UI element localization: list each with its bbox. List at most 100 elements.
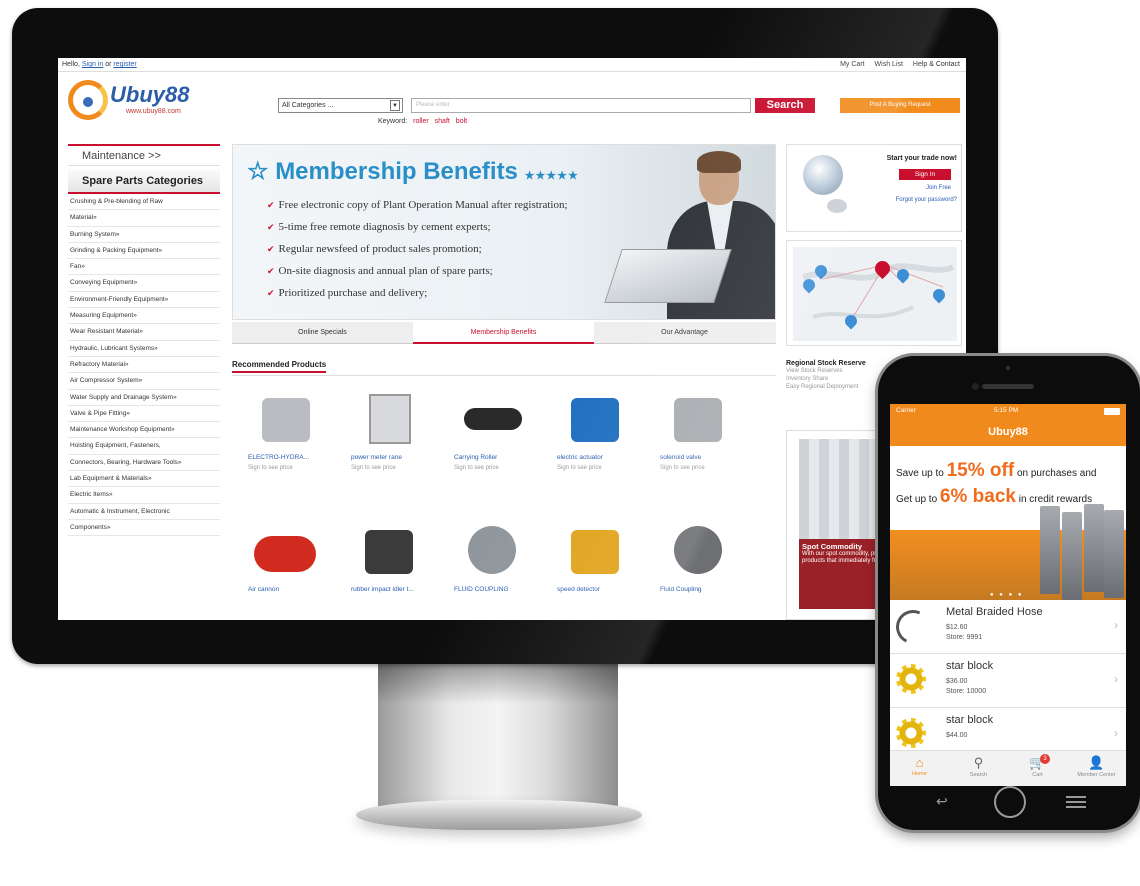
help-contact-link[interactable]: Help & Contact [913, 61, 960, 68]
membership-banner[interactable]: ☆ Membership Benefits ★★★★★ Free electro… [232, 144, 776, 320]
tab-online-specials[interactable]: Online Specials [232, 322, 413, 344]
back-icon[interactable]: ↩ [936, 794, 956, 808]
product-card[interactable]: FLUID COUPLING [450, 520, 540, 620]
sidebar-category-item[interactable]: Fan» [68, 259, 220, 276]
product-card[interactable]: electric actuator Sign to see price [553, 388, 643, 488]
recommended-heading: Recommended Products [232, 360, 776, 376]
sidebar-category-item[interactable]: Crushing & Pre-blending of Raw [68, 194, 220, 211]
tab-membership-benefits[interactable]: Membership Benefits [413, 322, 594, 344]
sidebar-category-item[interactable]: Hydraulic, Lubricant Systems» [68, 341, 220, 357]
product-name[interactable]: ELECTRO-HYDRA... [248, 454, 332, 461]
product-card[interactable]: speed detector [553, 520, 643, 620]
status-bar: Carrier 5:15 PM [890, 404, 1126, 418]
register-link[interactable]: register [113, 61, 136, 68]
home-button[interactable] [994, 786, 1026, 818]
forgot-password-link[interactable]: Forgot your password? [896, 197, 957, 203]
sidebar-category-item[interactable]: Maintenance Workshop Equipment» [68, 422, 220, 439]
product-image [351, 388, 423, 450]
product-name[interactable]: Carrying Roller [454, 454, 538, 461]
sidebar-category-item[interactable]: Valve & Pipe Fitting» [68, 406, 220, 423]
sidebar-category-item[interactable]: Air Compressor System» [68, 373, 220, 390]
product-name[interactable]: electric actuator [557, 454, 641, 461]
sidebar-category-item[interactable]: Components» [68, 520, 220, 537]
category-select[interactable]: All Categories ... ▼ [278, 98, 403, 113]
search-icon: ⚲ [973, 755, 984, 770]
keyword-link[interactable]: shaft [435, 118, 450, 125]
product-card[interactable]: ELECTRO-HYDRA... Sign to see price [244, 388, 334, 488]
benefit-item: Free electronic copy of Plant Operation … [267, 199, 568, 211]
businessman-image [604, 145, 775, 319]
maintenance-link[interactable]: Maintenance >> [68, 144, 220, 166]
product-card[interactable]: rubber impact idler t... [347, 520, 437, 620]
hose-image [891, 605, 935, 649]
product-image [557, 388, 629, 450]
chevron-right-icon: › [1114, 726, 1118, 740]
product-card[interactable]: Fluid Coupling [656, 520, 746, 620]
star-icon: ☆ [247, 158, 269, 185]
sidebar-category-item[interactable]: Burning System» [68, 227, 220, 243]
sidebar-category-item[interactable]: Connectors, Bearing, Hardware Tools» [68, 455, 220, 472]
sidebar-category-item[interactable]: Electric Items» [68, 487, 220, 504]
keyword-link[interactable]: bolt [456, 118, 467, 125]
sign-in-button[interactable]: Sign In [899, 169, 951, 180]
sidebar-category-item[interactable]: Refractory Material» [68, 357, 220, 374]
product-card[interactable]: solenoid valve Sign to see price [656, 388, 746, 488]
post-buying-request-button[interactable]: Post A Buying Request [840, 98, 960, 113]
home-icon: ⌂ [915, 755, 924, 770]
site-logo[interactable]: Ubuy88 www.ubuy88.com [68, 78, 218, 126]
sidebar-category-item[interactable]: Hoisting Equipment, Fasteners, [68, 438, 220, 455]
tab-search[interactable]: ⚲ Search [949, 751, 1008, 786]
product-name[interactable]: Fluid Coupling [660, 586, 744, 593]
tab-our-advantage[interactable]: Our Advantage [594, 322, 775, 344]
product-card[interactable]: power meter rane Sign to see price [347, 388, 437, 488]
product-price: Sign to see price [351, 465, 396, 471]
wish-list-link[interactable]: Wish List [875, 61, 903, 68]
tab-cart[interactable]: 🛒 3 Cart [1008, 751, 1067, 786]
product-name[interactable]: FLUID COUPLING [454, 586, 538, 593]
device-mockup: Hello, Sign in or register My Cart Wish … [0, 0, 1140, 886]
search-button[interactable]: Search [755, 98, 815, 113]
list-item[interactable]: Metal Braided Hose $12.60 Store: 9991 › [890, 600, 1126, 654]
carousel-dots[interactable]: ● ● ● ● [990, 592, 1024, 598]
tab-home[interactable]: ⌂ Home [890, 751, 949, 786]
sidebar-category-item[interactable]: Conveying Equipment» [68, 275, 220, 292]
search-bar: All Categories ... ▼ Please enter Search… [278, 98, 966, 114]
search-input[interactable]: Please enter [411, 98, 751, 113]
promo-banner[interactable]: Save up to 15% off on purchases and Get … [890, 446, 1126, 600]
chevron-right-icon: › [1114, 618, 1118, 632]
sidebar-category-item[interactable]: Measuring Equipment» [68, 308, 220, 325]
star-block-image [896, 718, 926, 748]
sidebar-category-item[interactable]: Grinding & Packing Equipment» [68, 243, 220, 260]
sidebar-category-item[interactable]: Automatic & Instrument, Electronic [68, 504, 220, 520]
stock-map[interactable] [786, 240, 962, 346]
banner-tabs: Online Specials Membership Benefits Our … [232, 322, 776, 344]
product-image [454, 520, 526, 582]
sidebar-category-item[interactable]: Environment-Friendly Equipment» [68, 292, 220, 309]
product-name[interactable]: rubber impact idler t... [351, 586, 435, 593]
chevron-right-icon: › [1114, 672, 1118, 686]
keyword-suggestions: Keyword: roller shaft bolt [378, 118, 468, 125]
keyword-link[interactable]: roller [413, 118, 429, 125]
sidebar-category-item[interactable]: Material» [68, 210, 220, 227]
list-item[interactable]: star block $36.00 Store: 10000 › [890, 654, 1126, 708]
product-name[interactable]: power meter rane [351, 454, 435, 461]
product-card[interactable]: Air cannon [244, 520, 334, 620]
product-name[interactable]: Air cannon [248, 586, 332, 593]
join-free-link[interactable]: Join Free [926, 185, 951, 191]
sidebar-category-item[interactable]: Lab Equipment & Materials» [68, 471, 220, 488]
sidebar-category-item[interactable]: Water Supply and Drainage System» [68, 390, 220, 406]
top-bar: Hello, Sign in or register My Cart Wish … [58, 58, 966, 72]
sign-in-link[interactable]: Sign in [82, 61, 103, 68]
sidebar-category-item[interactable]: Wear Resistant Material» [68, 324, 220, 341]
my-cart-link[interactable]: My Cart [840, 61, 865, 68]
product-name[interactable]: solenoid valve [660, 454, 744, 461]
product-price: Sign to see price [454, 465, 499, 471]
cart-icon: 🛒 [1029, 755, 1046, 770]
chevron-down-icon: ▼ [390, 100, 400, 111]
mobile-screen: Carrier 5:15 PM Ubuy88 Save up to 15% of… [890, 404, 1126, 786]
menu-icon[interactable] [1066, 796, 1086, 808]
product-name[interactable]: speed detector [557, 586, 641, 593]
product-image [660, 388, 732, 450]
tab-member-center[interactable]: 👤 Member Center [1067, 751, 1126, 786]
product-card[interactable]: Carrying Roller Sign to see price [450, 388, 540, 488]
